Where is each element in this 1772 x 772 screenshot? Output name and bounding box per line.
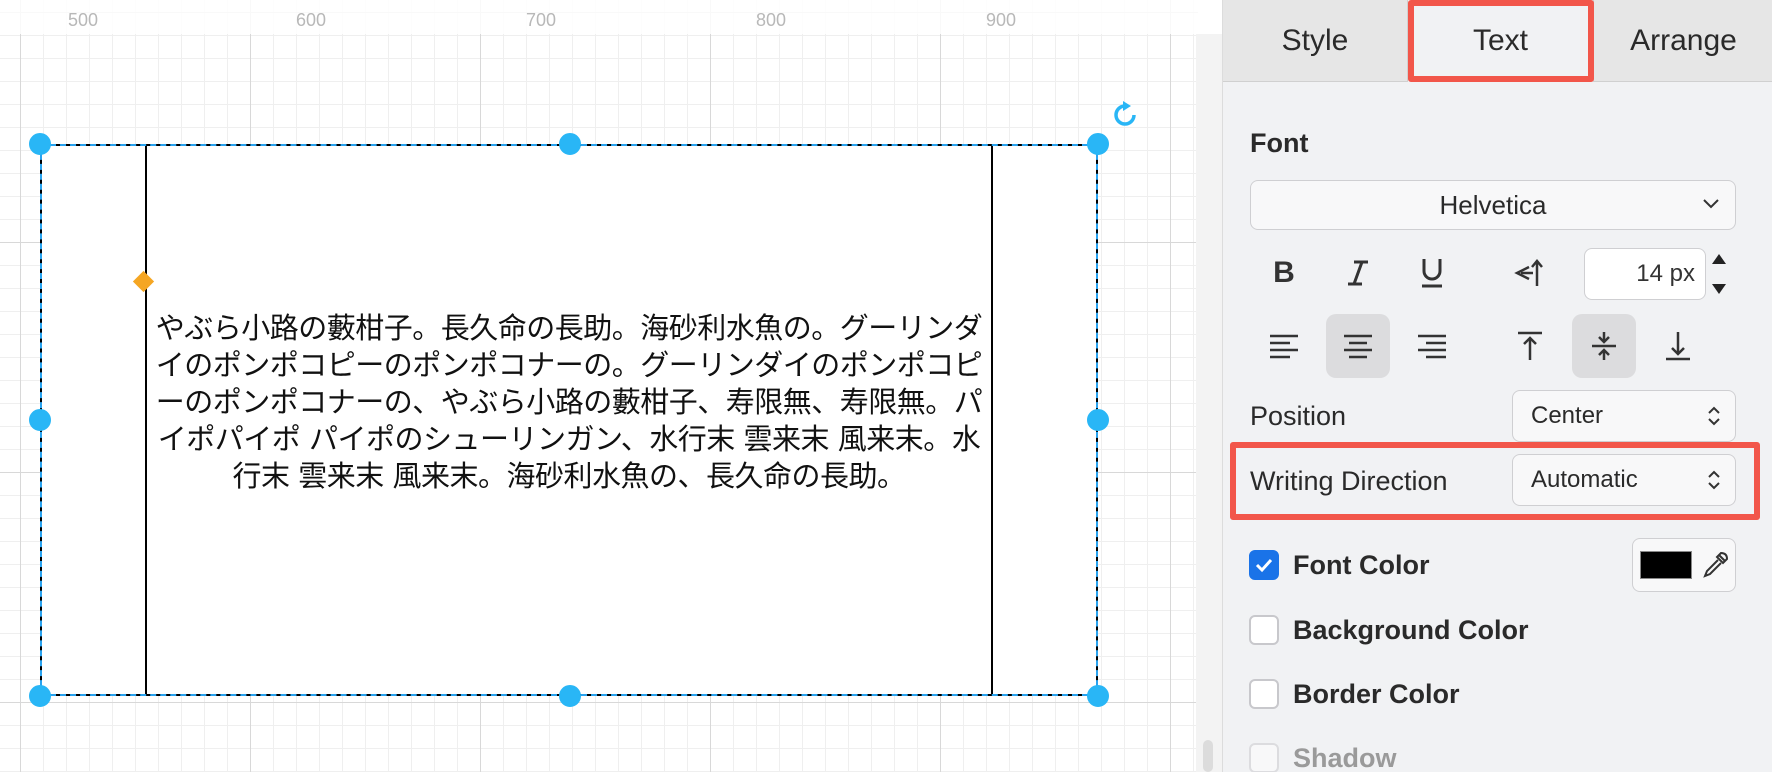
border-color-checkbox[interactable] xyxy=(1249,679,1279,709)
diagram-canvas[interactable]: 500 600 700 800 900 やぶら小路の藪柑子。長久命の長助。海砂利… xyxy=(0,0,1198,772)
resize-handle-left[interactable] xyxy=(29,409,51,431)
resize-handle-right[interactable] xyxy=(1087,409,1109,431)
align-left-icon xyxy=(1270,334,1298,359)
rotate-icon[interactable] xyxy=(1110,100,1140,130)
panel-tabs: Style Text Arrange xyxy=(1223,0,1772,82)
background-color-label: Background Color xyxy=(1293,615,1529,645)
align-top-icon xyxy=(1518,331,1542,360)
vertical-text-button[interactable] xyxy=(1498,241,1562,305)
updown-chevron-icon xyxy=(1708,470,1720,490)
updown-chevron-icon xyxy=(1708,406,1720,426)
scrollbar-thumb[interactable] xyxy=(1203,740,1213,772)
bold-icon: B xyxy=(1273,256,1295,289)
shadow-label: Shadow xyxy=(1293,743,1397,772)
font-color-label: Font Color xyxy=(1293,550,1430,580)
align-left-button[interactable] xyxy=(1252,314,1316,378)
ruler-label: 700 xyxy=(526,10,557,30)
tab-style[interactable]: Style xyxy=(1223,0,1408,82)
eyedropper-icon[interactable] xyxy=(1700,550,1730,580)
resize-handle-bottom[interactable] xyxy=(559,685,581,707)
underline-button[interactable] xyxy=(1400,241,1464,305)
align-right-button[interactable] xyxy=(1400,314,1464,378)
writing-direction-select[interactable]: Automatic xyxy=(1512,454,1736,506)
font-color-checkbox[interactable] xyxy=(1249,550,1279,580)
resize-handle-top-right[interactable] xyxy=(1087,133,1109,155)
font-size-value: 14 px xyxy=(1636,260,1695,287)
position-label: Position xyxy=(1250,401,1347,431)
shadow-checkbox[interactable] xyxy=(1249,743,1279,772)
horizontal-ruler: 500 600 700 800 900 xyxy=(0,0,1198,34)
font-size-input[interactable]: 14 px xyxy=(1584,248,1706,300)
checkmark-icon xyxy=(1255,558,1273,573)
ruler-label: 900 xyxy=(986,10,1017,30)
align-center-icon xyxy=(1344,334,1372,359)
align-top-button[interactable] xyxy=(1498,314,1562,378)
position-select[interactable]: Center xyxy=(1512,390,1736,442)
font-color-swatch xyxy=(1640,551,1692,579)
selection-outline xyxy=(40,144,1098,696)
ruler-label: 800 xyxy=(756,10,787,30)
align-center-button[interactable] xyxy=(1326,314,1390,378)
writing-direction-value: Automatic xyxy=(1531,466,1638,493)
align-middle-icon xyxy=(1592,332,1616,360)
tab-text[interactable]: Text xyxy=(1408,0,1593,82)
resize-handle-top[interactable] xyxy=(559,133,581,155)
align-bottom-button[interactable] xyxy=(1646,314,1710,378)
ruler-label: 600 xyxy=(296,10,327,30)
chevron-down-icon xyxy=(1703,199,1719,209)
resize-handle-bottom-left[interactable] xyxy=(29,685,51,707)
bold-button[interactable]: B xyxy=(1252,241,1316,305)
align-right-icon xyxy=(1418,334,1446,359)
italic-icon xyxy=(1348,260,1368,286)
underline-icon xyxy=(1422,259,1442,288)
tab-arrange[interactable]: Arrange xyxy=(1593,0,1772,82)
align-bottom-icon xyxy=(1666,332,1690,361)
text-direction-icon xyxy=(1514,259,1543,286)
position-value: Center xyxy=(1531,402,1604,429)
vertical-scrollbar[interactable] xyxy=(1196,34,1222,772)
font-section-title: Font xyxy=(1250,128,1309,158)
align-middle-button[interactable] xyxy=(1572,314,1636,378)
writing-direction-label: Writing Direction xyxy=(1250,466,1448,496)
font-size-stepper[interactable] xyxy=(1706,248,1732,300)
ruler-label: 500 xyxy=(68,10,99,30)
font-family-select[interactable]: Helvetica xyxy=(1250,180,1736,230)
border-color-label: Border Color xyxy=(1293,679,1460,709)
format-panel: Style Text Arrange xyxy=(1222,0,1772,772)
font-family-value: Helvetica xyxy=(1439,189,1547,220)
background-color-checkbox[interactable] xyxy=(1249,615,1279,645)
italic-button[interactable] xyxy=(1326,241,1390,305)
resize-handle-top-left[interactable] xyxy=(29,133,51,155)
resize-handle-bottom-right[interactable] xyxy=(1087,685,1109,707)
